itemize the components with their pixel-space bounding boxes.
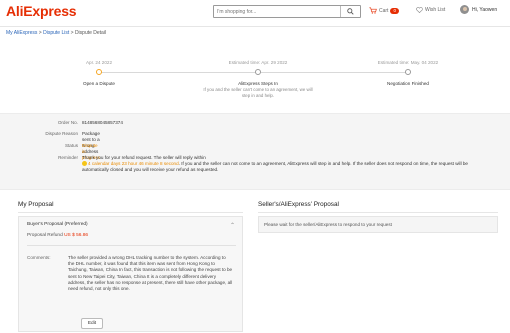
- step-marker-open: [96, 69, 102, 75]
- breadcrumb-separator: >: [38, 30, 42, 36]
- my-proposal-title: My Proposal: [18, 201, 54, 208]
- wish-list-label: Wish List: [425, 7, 446, 13]
- step-name-finished: Negotiation Finished: [387, 81, 429, 86]
- edit-button[interactable]: Edit: [81, 318, 103, 329]
- dispute-reason-label: Dispute Reason: [45, 131, 78, 136]
- proposal-refund: Proposal Refund US $ 56.86: [27, 233, 88, 238]
- cart-link[interactable]: Cart 0: [369, 7, 399, 14]
- section-divider: [258, 212, 498, 213]
- progress-line: [261, 72, 406, 73]
- reply-countdown: 4 calendar days 23 hour 46 minute 8 seco…: [88, 161, 179, 167]
- user-account-menu[interactable]: Hi, Yaowen: [460, 5, 497, 14]
- seller-proposal-box: Please wait for the seller/AliExpress to…: [258, 216, 498, 233]
- chevron-up-icon[interactable]: ⌃: [230, 222, 235, 229]
- step-date-steps-in: Estimated time: Apr. 29 2022: [228, 60, 288, 65]
- comments-text: The seller provided a wrong DHL tracking…: [68, 255, 233, 292]
- reminder-text: Thank you for your refund request. The s…: [82, 155, 492, 174]
- proposal-refund-amount: US $ 56.86: [64, 233, 89, 238]
- search-input[interactable]: [214, 6, 340, 17]
- my-proposal-section: My Proposal: [18, 201, 243, 208]
- breadcrumb-my-aliexpress[interactable]: My AliExpress: [6, 30, 37, 36]
- buyer-proposal-heading: Buyer's Proposal (Preferred): [27, 222, 88, 227]
- reminder-line-1: Thank you for your refund request. The s…: [82, 155, 206, 160]
- step-marker-finished: [405, 69, 411, 75]
- clock-icon: [82, 161, 87, 167]
- step-description-steps-in: If you and the seller can't come to an a…: [203, 87, 313, 98]
- step-date-finished: Estimated time: May. 04 2022: [377, 60, 439, 65]
- status-label: Status: [64, 143, 78, 148]
- breadcrumb-current: Dispute Detail: [74, 30, 107, 36]
- breadcrumb-separator: >: [70, 30, 74, 36]
- seller-proposal-section: Seller's/AliExpress' Proposal: [258, 201, 498, 208]
- search-bar: [213, 5, 361, 18]
- reminder-label: Reminder: [58, 155, 78, 160]
- wish-list-link[interactable]: Wish List: [416, 7, 445, 13]
- breadcrumb-dispute-list[interactable]: Dispute List: [43, 30, 69, 36]
- section-divider: [18, 212, 243, 213]
- progress-line: [101, 72, 255, 73]
- comments-label: Comments:: [27, 255, 51, 260]
- breadcrumb: My AliExpress > Dispute List > Dispute D…: [6, 30, 106, 36]
- avatar: [460, 5, 469, 14]
- search-button[interactable]: [340, 6, 360, 17]
- step-name-steps-in: AliExpress Steps In: [238, 81, 278, 86]
- header-divider: [0, 26, 510, 27]
- search-icon: [347, 8, 354, 15]
- cart-label: Cart: [379, 7, 389, 14]
- site-header: AliExpress Cart 0 Wish List Hi, Yaowen: [0, 0, 510, 24]
- buyer-proposal-card: Buyer's Proposal (Preferred) ⌃ Proposal …: [18, 216, 243, 332]
- proposal-divider: [27, 245, 236, 246]
- step-date-open: Apr. 24 2022: [85, 60, 113, 65]
- heart-icon: [416, 7, 423, 13]
- step-name-open: Open a Dispute: [83, 81, 115, 86]
- order-number-label: Order No.: [57, 120, 78, 125]
- order-number-value[interactable]: 8148568045857374: [82, 120, 123, 126]
- aliexpress-logo[interactable]: AliExpress: [6, 3, 77, 19]
- seller-proposal-title: Seller's/AliExpress' Proposal: [258, 201, 339, 208]
- cart-icon: [369, 7, 377, 14]
- cart-count-badge: 0: [390, 7, 399, 14]
- user-greeting: Hi, Yaowen: [472, 6, 498, 13]
- dispute-info-panel: Order No. 8148568045857374 Dispute Reaso…: [0, 113, 510, 190]
- seller-waiting-message: Please wait for the seller/AliExpress to…: [264, 222, 392, 227]
- proposal-refund-label: Proposal Refund: [27, 233, 63, 238]
- step-marker-steps-in: [255, 69, 261, 75]
